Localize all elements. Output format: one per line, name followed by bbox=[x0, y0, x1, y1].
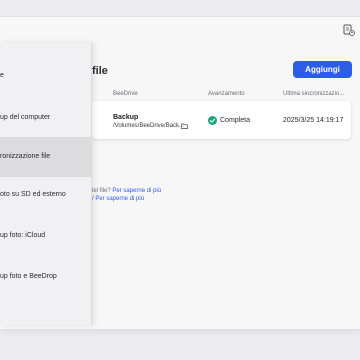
status-label: Completa bbox=[220, 117, 250, 124]
task-path: /Volumes/BeeDrive/Back... bbox=[113, 123, 185, 129]
help-text: lel file? Per saperne di più / Per saper… bbox=[92, 187, 161, 203]
menu-item-computer-backup[interactable]: up del computer bbox=[0, 98, 91, 138]
column-header-progress[interactable]: Avanzamento bbox=[208, 91, 245, 97]
help-link-2[interactable]: / Per saperne di più bbox=[92, 195, 161, 203]
menu-item-beedrop[interactable]: up foto e BeeDrop bbox=[0, 257, 91, 297]
check-circle-icon bbox=[208, 116, 217, 125]
menu-item-sd-external[interactable]: oto su SD ed esterno bbox=[0, 175, 91, 215]
page-title: file bbox=[92, 65, 108, 77]
column-header-beedrive[interactable]: BeeDrive bbox=[113, 91, 138, 97]
menu-item-label: e bbox=[0, 72, 4, 79]
menu-item-label: up foto e BeeDrop bbox=[0, 273, 57, 280]
last-sync-time: 2025/3/25 14:19:17 bbox=[283, 117, 344, 124]
add-button[interactable]: Aggiungi bbox=[293, 61, 352, 78]
menu-item-label: up del computer bbox=[0, 114, 51, 121]
title-bar bbox=[0, 17, 360, 44]
help-link[interactable]: Per saperne di più bbox=[112, 188, 161, 194]
task-name: Backup bbox=[113, 114, 139, 121]
help-line-1: lel file? Per saperne di più bbox=[92, 187, 161, 195]
folder-open-icon[interactable] bbox=[181, 123, 188, 129]
menu-item-label: ronizzazione file bbox=[0, 153, 51, 160]
help-prefix: lel file? bbox=[92, 188, 113, 194]
dropdown-menu: e up del computer ronizzazione file oto … bbox=[0, 43, 92, 325]
menu-item-1[interactable]: e bbox=[0, 56, 91, 96]
menu-item-label: up foto: iCloud bbox=[0, 232, 46, 239]
sync-status-icon[interactable] bbox=[343, 24, 355, 36]
menu-item-file-sync[interactable]: ronizzazione file bbox=[0, 137, 91, 177]
column-header-last-sync[interactable]: Ultima sincronizzazio... bbox=[283, 91, 344, 97]
menu-item-icloud[interactable]: up foto: iCloud bbox=[0, 216, 91, 256]
table-row[interactable]: Backup /Volumes/BeeDrive/Back... Complet… bbox=[92, 101, 351, 139]
menu-item-label: oto su SD ed esterno bbox=[0, 191, 66, 198]
